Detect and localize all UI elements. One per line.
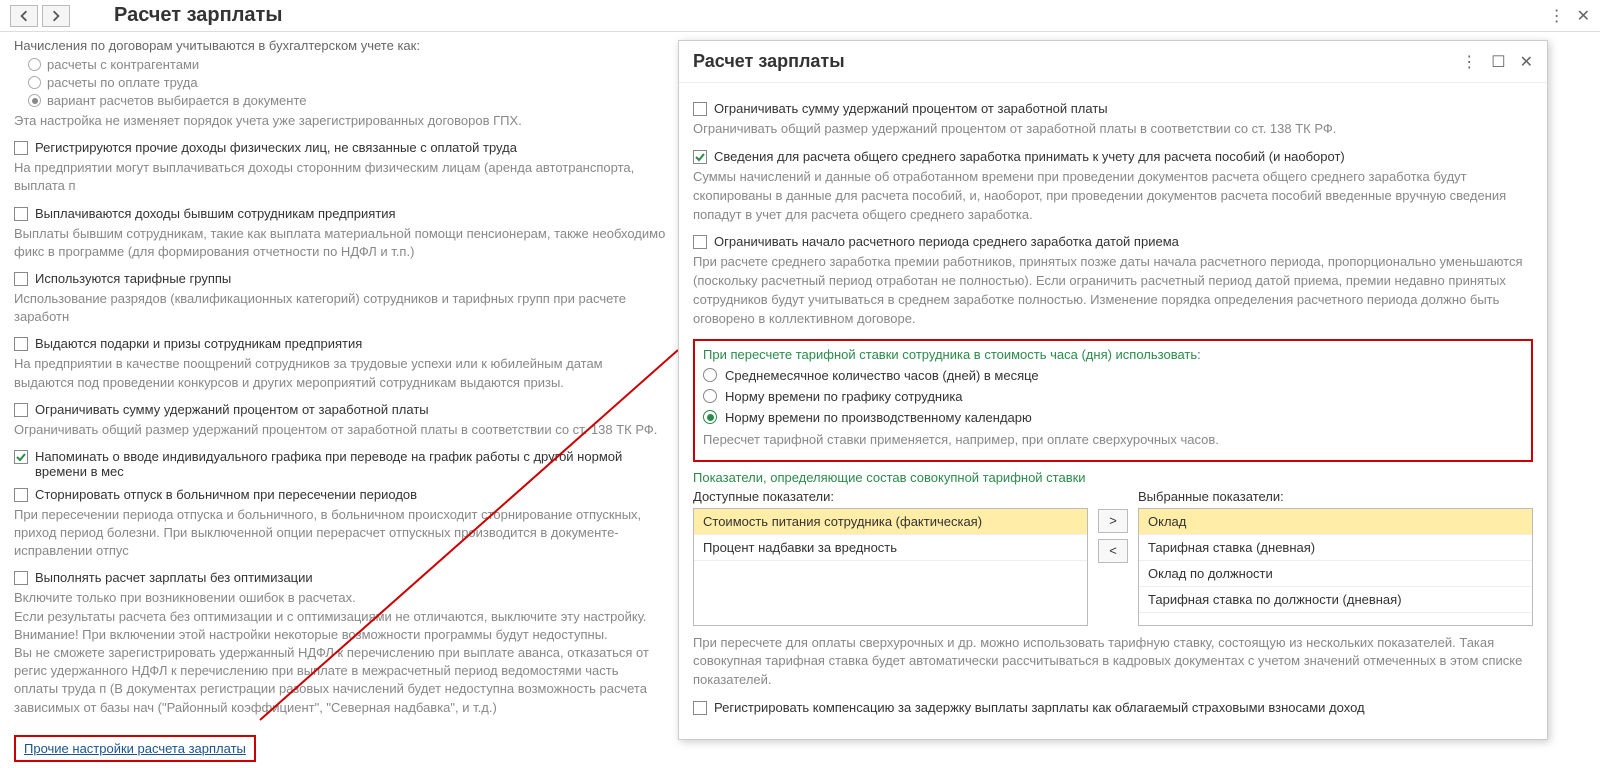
list-item[interactable]: Оклад по должности bbox=[1139, 561, 1532, 587]
move-left-button[interactable]: < bbox=[1098, 539, 1128, 563]
popup-chk-limit-period[interactable]: Ограничивать начало расчетного периода с… bbox=[693, 234, 1533, 249]
list-item[interactable]: Тарифная ставка по должности (дневная) bbox=[1139, 587, 1532, 613]
other-settings-link-highlight: Прочие настройки расчета зарплаты bbox=[14, 735, 256, 762]
radio-employee-schedule[interactable]: Норму времени по графику сотрудника bbox=[703, 389, 1523, 404]
nav-back-button[interactable] bbox=[10, 5, 38, 27]
chk-remind-schedule[interactable]: Напоминать о вводе индивидуального графи… bbox=[14, 449, 666, 479]
radio-contractors[interactable]: расчеты с контрагентами bbox=[28, 57, 666, 72]
rate-recalc-title: При пересчете тарифной ставки сотрудника… bbox=[703, 347, 1523, 362]
chk-limit-deductions[interactable]: Ограничивать сумму удержаний процентом о… bbox=[14, 402, 666, 417]
selected-label: Выбранные показатели: bbox=[1138, 489, 1533, 504]
popup-chk-limit-deductions[interactable]: Ограничивать сумму удержаний процентом о… bbox=[693, 101, 1533, 116]
popup-more-icon[interactable]: ⋮ bbox=[1461, 52, 1477, 72]
chk-tariff-groups[interactable]: Используются тарифные группы bbox=[14, 271, 666, 286]
popup-chk-avg-earnings[interactable]: Сведения для расчета общего среднего зар… bbox=[693, 149, 1533, 164]
other-settings-popup: Расчет зарплаты ⋮ ☐ ✕ Ограничивать сумму… bbox=[678, 40, 1548, 740]
accrual-desc: Эта настройка не изменяет порядок учета … bbox=[14, 112, 666, 130]
main-settings-panel: Начисления по договорам учитываются в бу… bbox=[0, 32, 680, 768]
nav-forward-button[interactable] bbox=[42, 5, 70, 27]
radio-production-calendar[interactable]: Норму времени по производственному кален… bbox=[703, 410, 1523, 425]
indicators-title: Показатели, определяющие состав совокупн… bbox=[693, 470, 1533, 485]
chk-no-optimization[interactable]: Выполнять расчет зарплаты без оптимизаци… bbox=[14, 570, 666, 585]
page-title: Расчет зарплаты bbox=[114, 4, 282, 27]
popup-maximize-icon[interactable]: ☐ bbox=[1491, 52, 1505, 72]
radio-in-document[interactable]: вариант расчетов выбирается в документе bbox=[28, 93, 666, 108]
list-item[interactable]: Оклад bbox=[1139, 509, 1532, 535]
accrual-group-label: Начисления по договорам учитываются в бу… bbox=[14, 38, 666, 53]
chk-reverse-vacation[interactable]: Сторнировать отпуск в больничном при пер… bbox=[14, 487, 666, 502]
available-label: Доступные показатели: bbox=[693, 489, 1088, 504]
list-item[interactable]: Стоимость питания сотрудника (фактическа… bbox=[694, 509, 1087, 535]
move-right-button[interactable]: > bbox=[1098, 509, 1128, 533]
radio-avg-monthly[interactable]: Среднемесячное количество часов (дней) в… bbox=[703, 368, 1523, 383]
popup-close-icon[interactable]: ✕ bbox=[1520, 52, 1533, 72]
popup-title: Расчет зарплаты bbox=[693, 51, 845, 72]
more-icon[interactable]: ⋮ bbox=[1549, 6, 1565, 26]
rate-recalc-highlight: При пересчете тарифной ставки сотрудника… bbox=[693, 339, 1533, 462]
available-indicators-list[interactable]: Стоимость питания сотрудника (фактическа… bbox=[693, 508, 1088, 626]
chk-former-employees[interactable]: Выплачиваются доходы бывшим сотрудникам … bbox=[14, 206, 666, 221]
radio-labor-payment[interactable]: расчеты по оплате труда bbox=[28, 75, 666, 90]
popup-chk-compensation-delay[interactable]: Регистрировать компенсацию за задержку в… bbox=[693, 700, 1533, 715]
selected-indicators-list[interactable]: Оклад Тарифная ставка (дневная) Оклад по… bbox=[1138, 508, 1533, 626]
chk-other-income[interactable]: Регистрируются прочие доходы физических … bbox=[14, 140, 666, 155]
other-settings-link[interactable]: Прочие настройки расчета зарплаты bbox=[24, 741, 246, 756]
chk-gifts-prizes[interactable]: Выдаются подарки и призы сотрудникам пре… bbox=[14, 336, 666, 351]
close-icon[interactable]: ✕ bbox=[1577, 6, 1590, 26]
list-item[interactable]: Процент надбавки за вредность bbox=[694, 535, 1087, 561]
list-item[interactable]: Тарифная ставка (дневная) bbox=[1139, 535, 1532, 561]
